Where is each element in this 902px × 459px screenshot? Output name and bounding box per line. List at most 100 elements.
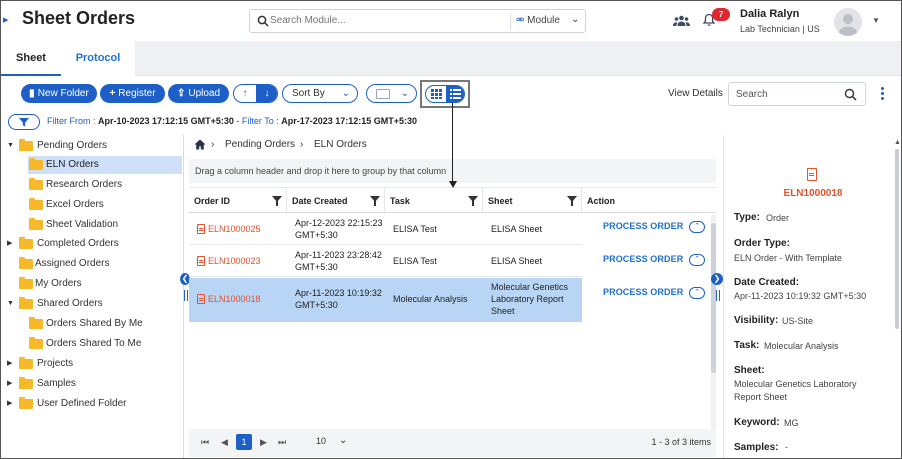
search-icon[interactable] xyxy=(844,88,857,101)
process-order-link[interactable]: PROCESS ORDER xyxy=(603,221,683,231)
tab-sheet[interactable]: Sheet xyxy=(1,41,61,76)
column-action[interactable]: Action xyxy=(582,188,716,214)
last-page-icon[interactable]: ⏭ xyxy=(278,437,286,448)
folder-icon xyxy=(19,237,33,249)
details-type-value: Order xyxy=(766,213,790,223)
date-cell: Apr-11-2023 10:19:32 GMT+5:30 xyxy=(290,287,382,311)
chevron-down-icon[interactable]: ⌄ xyxy=(339,435,347,446)
module-search[interactable]: ⚮ Module ⌄ xyxy=(249,9,586,33)
module-select[interactable]: ⚮ Module xyxy=(516,15,560,26)
annotation-arrow-line xyxy=(452,103,453,183)
resize-handle-right[interactable] xyxy=(716,290,720,301)
caret-down-icon[interactable]: ▼ xyxy=(7,137,15,155)
caret-right-icon[interactable]: ▶ xyxy=(7,395,15,413)
process-order-link[interactable]: PROCESS ORDER xyxy=(603,254,683,264)
filter-icon[interactable] xyxy=(567,196,577,206)
grid-view-icon[interactable] xyxy=(426,86,446,102)
page-size-select[interactable]: 10 xyxy=(316,436,326,446)
chevron-up-icon[interactable]: ⌃ xyxy=(689,287,705,299)
tree-item-pending-orders[interactable]: ▼ Pending Orders xyxy=(7,137,177,155)
caret-right-icon[interactable]: ▶ xyxy=(7,355,15,373)
tree-item-orders-shared-by-me[interactable]: Orders Shared By Me xyxy=(28,315,178,333)
caret-down-icon[interactable]: ▼ xyxy=(7,295,15,313)
process-order-link[interactable]: PROCESS ORDER xyxy=(603,287,683,297)
column-task[interactable]: Task xyxy=(385,188,483,214)
tree-item-samples[interactable]: ▶ Samples xyxy=(7,375,177,393)
tree-item-shared-orders[interactable]: ▼ Shared Orders xyxy=(7,295,177,313)
app-frame: ▸ Sheet Orders ⚮ Module ⌄ 7 Dalia Ralyn … xyxy=(0,0,902,459)
sort-descending-icon[interactable]: ↓ xyxy=(256,85,277,102)
pin-icon[interactable]: ▸ xyxy=(3,13,9,26)
upload-button[interactable]: ⇪ Upload xyxy=(168,84,229,103)
table-row[interactable]: ELN1000023 Apr-11-2023 23:28:42 GMT+5:30 … xyxy=(189,246,582,277)
details-scrollbar[interactable]: ▲ xyxy=(894,139,901,458)
register-button[interactable]: + Register xyxy=(100,84,165,103)
table-row-selected[interactable]: ELN1000018 Apr-11-2023 10:19:32 GMT+5:30 … xyxy=(189,278,582,322)
page-number[interactable]: 1 xyxy=(236,434,252,450)
tree-item-research-orders[interactable]: Research Orders xyxy=(28,176,178,194)
more-options-icon[interactable] xyxy=(881,87,885,102)
column-date-created[interactable]: Date Created xyxy=(287,188,385,214)
order-link[interactable]: ELN1000018 xyxy=(208,294,261,304)
table-row[interactable]: ELN1000025 Apr-12-2023 22:15:23 GMT+5:30 … xyxy=(189,214,582,245)
details-sheet-value-line2: Report Sheet xyxy=(734,392,788,402)
caret-right-icon[interactable]: ▶ xyxy=(7,375,15,393)
scroll-up-icon[interactable]: ▲ xyxy=(894,139,901,146)
tree-item-completed-orders[interactable]: ▶ Completed Orders xyxy=(7,235,177,253)
chevron-up-icon[interactable]: ⌃ xyxy=(689,254,705,266)
list-view-icon[interactable] xyxy=(446,86,464,102)
grid-search[interactable]: Search xyxy=(728,82,866,106)
filter-from-label: Filter From : xyxy=(47,116,96,126)
tree-item-user-defined-folder[interactable]: ▶ User Defined Folder xyxy=(7,395,177,413)
order-id-cell[interactable]: ELN1000023 xyxy=(192,256,261,266)
filter-icon[interactable] xyxy=(468,196,478,206)
column-order-id[interactable]: Order ID xyxy=(189,188,287,214)
sort-ascending-icon[interactable]: ↑ xyxy=(234,85,256,102)
task-cell: Molecular Analysis xyxy=(393,294,468,304)
caret-right-icon[interactable]: ▶ xyxy=(7,235,15,253)
filter-button[interactable] xyxy=(8,114,40,130)
order-link[interactable]: ELN1000023 xyxy=(208,256,261,266)
sort-by-select[interactable]: Sort By ⌄ xyxy=(282,84,358,103)
tree-item-assigned-orders[interactable]: Assigned Orders xyxy=(7,255,177,273)
breadcrumb-pending-orders[interactable]: Pending Orders xyxy=(225,139,295,150)
tab-bar: Sheet Protocol xyxy=(1,41,901,76)
order-id-cell[interactable]: ELN1000025 xyxy=(192,224,261,234)
prev-page-icon[interactable]: ◀ xyxy=(221,437,228,448)
avatar[interactable] xyxy=(834,8,862,36)
column-chooser-select[interactable]: ⌄ xyxy=(366,84,417,103)
document-icon xyxy=(197,256,205,266)
grid-scrollbar[interactable] xyxy=(711,215,716,435)
chevron-up-icon[interactable]: ⌃ xyxy=(689,221,705,233)
column-label: Action xyxy=(587,196,615,206)
column-sheet[interactable]: Sheet xyxy=(483,188,582,214)
order-id-cell[interactable]: ELN1000018 xyxy=(192,294,261,304)
filter-icon[interactable] xyxy=(370,196,380,206)
filter-icon[interactable] xyxy=(272,196,282,206)
resize-handle-left[interactable] xyxy=(184,290,188,301)
app-header: ▸ Sheet Orders ⚮ Module ⌄ 7 Dalia Ralyn … xyxy=(1,1,901,41)
caret-down-icon[interactable]: ▼ xyxy=(872,16,880,25)
first-page-icon[interactable]: ⏮ xyxy=(201,437,209,448)
details-order-id[interactable]: ELN1000018 xyxy=(724,188,901,199)
home-icon[interactable] xyxy=(194,139,206,150)
folder-icon xyxy=(19,397,33,409)
next-page-icon[interactable]: ▶ xyxy=(260,437,267,448)
new-folder-button[interactable]: ▮ New Folder xyxy=(21,84,97,103)
tree-item-excel-orders[interactable]: Excel Orders xyxy=(28,196,178,214)
view-details-link[interactable]: View Details xyxy=(668,88,723,99)
users-icon[interactable] xyxy=(673,14,690,27)
module-search-input[interactable] xyxy=(270,15,490,26)
sheet-line: Sheet xyxy=(491,306,515,316)
tab-protocol[interactable]: Protocol xyxy=(61,41,135,76)
folder-icon xyxy=(19,377,33,389)
tree-item-my-orders[interactable]: My Orders xyxy=(7,275,177,293)
collapse-right-icon[interactable]: ❯ xyxy=(711,273,723,285)
order-link[interactable]: ELN1000025 xyxy=(208,224,261,234)
details-scrollbar-thumb[interactable] xyxy=(895,149,899,329)
tree-item-sheet-validation[interactable]: Sheet Validation xyxy=(28,216,178,234)
tree-item-orders-shared-to-me[interactable]: Orders Shared To Me xyxy=(28,335,178,353)
filter-icon xyxy=(19,118,29,127)
tree-item-projects[interactable]: ▶ Projects xyxy=(7,355,177,373)
tree-item-eln-orders[interactable]: ELN Orders xyxy=(28,156,182,174)
